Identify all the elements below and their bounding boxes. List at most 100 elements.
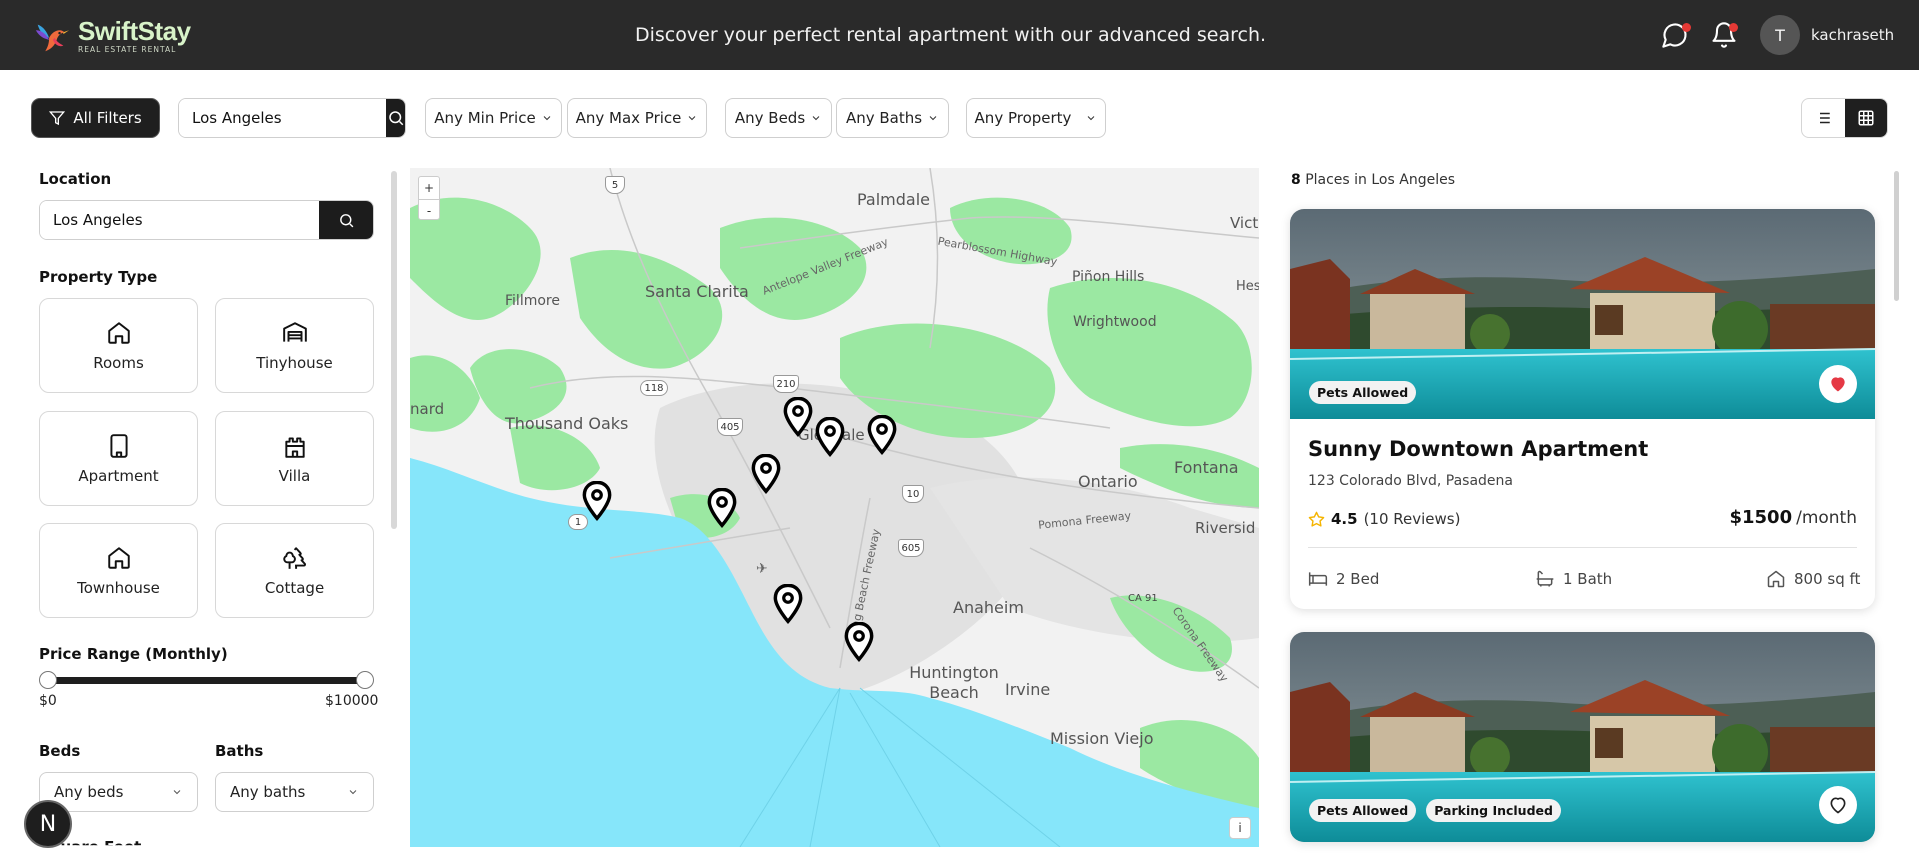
brand-logo[interactable]: SwiftStay REAL ESTATE RENTAL (32, 17, 191, 55)
chevron-down-icon (1088, 116, 1095, 121)
location-search-button[interactable] (319, 201, 373, 239)
search-bar (178, 98, 406, 138)
header-tagline: Discover your perfect rental apartment w… (635, 24, 1267, 46)
location-label: Location (39, 170, 112, 188)
map-label-pinon-hills: Piñon Hills (1072, 269, 1145, 285)
listing-tags: Pets Allowed (1309, 381, 1417, 404)
map-pin-icon[interactable] (843, 622, 875, 662)
brand-name: SwiftStay (78, 16, 191, 47)
baths-label: Any Baths (845, 109, 923, 127)
user-avatar[interactable]: T (1760, 15, 1800, 55)
property-label: Any Property (974, 109, 1072, 127)
map-pin-icon[interactable] (581, 481, 613, 521)
castle-icon (284, 436, 305, 458)
property-type-townhouse[interactable]: Townhouse (39, 523, 198, 618)
zoom-in-button[interactable]: + (419, 177, 439, 199)
trees-icon (282, 546, 306, 569)
map-label-ontario: Ontario (1078, 472, 1138, 491)
warehouse-icon (282, 321, 307, 342)
price-max-label: $10000 (325, 693, 379, 709)
listing-photo[interactable]: Pets Allowed (1290, 209, 1875, 419)
price-max-handle[interactable] (356, 671, 374, 689)
price-value: $1500 (1729, 507, 1793, 528)
map-pin-icon[interactable] (750, 454, 782, 494)
listing-photo[interactable]: Pets Allowed Parking Included (1290, 632, 1875, 842)
search-icon (339, 213, 353, 227)
beds-select-value: Any beds (54, 783, 124, 801)
min-price-dropdown[interactable]: Any Min Price (425, 98, 562, 138)
list-icon (1816, 112, 1830, 124)
building-icon (109, 433, 128, 458)
airport-icon: ✈ (756, 561, 768, 577)
map-pin-icon[interactable] (782, 397, 814, 437)
property-type-label-cottage: Cottage (264, 578, 325, 597)
card-divider (1308, 547, 1857, 548)
view-toggle (1801, 98, 1888, 138)
shield-605: 605 (898, 539, 924, 557)
sidebar-scrollbar[interactable] (391, 171, 397, 529)
chevron-down-icon (689, 116, 696, 121)
map-pin-icon[interactable] (772, 584, 804, 624)
price-range-track[interactable] (47, 677, 365, 684)
property-type-label-rooms: Rooms (93, 353, 144, 372)
shield-118: 118 (640, 380, 668, 396)
map-label-palmdale: Palmdale (857, 190, 931, 209)
beds-dropdown[interactable]: Any Beds (725, 98, 832, 138)
baths-count: 1 Bath (1563, 570, 1613, 588)
baths-label: Baths (215, 742, 264, 760)
max-price-dropdown[interactable]: Any Max Price (567, 98, 707, 138)
listing-card[interactable]: Pets Allowed Parking Included (1290, 632, 1875, 842)
map-label-hesperia: Hes (1236, 279, 1259, 294)
favorite-button[interactable] (1819, 786, 1857, 824)
price-min-handle[interactable] (39, 671, 57, 689)
grid-view-button[interactable] (1844, 99, 1887, 137)
listing-card[interactable]: Pets Allowed Sunny Downtown Apartment 12… (1290, 209, 1875, 609)
property-type-cottage[interactable]: Cottage (215, 523, 374, 618)
map-label-irvine: Irvine (1005, 680, 1051, 699)
tag-badge: Pets Allowed (1309, 381, 1417, 404)
map-pin-icon[interactable] (706, 488, 738, 528)
map-label-mission-viejo: Mission Viejo (1050, 729, 1154, 748)
listing-title[interactable]: Sunny Downtown Apartment (1308, 437, 1648, 461)
search-button[interactable] (386, 99, 405, 137)
chevron-down-icon (543, 116, 551, 121)
hummingbird-logo-icon (35, 24, 70, 52)
search-input[interactable] (179, 99, 386, 137)
listing-price: $1500/month (1729, 507, 1857, 528)
listing-rating: 4.5 (10 Reviews) (1308, 510, 1460, 528)
rating-value: 4.5 (1331, 510, 1358, 528)
beds-count: 2 Bed (1336, 570, 1380, 588)
property-dropdown[interactable]: Any Property (966, 98, 1106, 138)
filter-icon (49, 111, 66, 126)
baths-select[interactable]: Any baths (215, 772, 374, 812)
map-pin-icon[interactable] (866, 415, 898, 455)
property-type-label-townhouse: Townhouse (77, 578, 160, 597)
map-info-button[interactable]: i (1229, 817, 1251, 839)
property-type-apartment[interactable]: Apartment (39, 411, 198, 506)
map-pin-icon[interactable] (814, 417, 846, 457)
beds-label: Beds (39, 742, 81, 760)
baths-dropdown[interactable]: Any Baths (836, 98, 949, 138)
favorite-button[interactable] (1819, 365, 1857, 403)
listing-area: 800 sq ft (1766, 569, 1860, 589)
map-view[interactable]: Palmdale Santa Clarita Fillmore Piñon Hi… (410, 168, 1259, 847)
property-type-villa[interactable]: Villa (215, 411, 374, 506)
list-view-button[interactable] (1802, 99, 1845, 137)
map-label-fontana: Fontana (1174, 458, 1239, 477)
star-icon (1308, 511, 1325, 527)
map-label-santa-clarita: Santa Clarita (645, 282, 749, 301)
username[interactable]: kachraseth (1811, 26, 1894, 44)
location-input[interactable] (40, 201, 319, 239)
chevron-down-icon (173, 790, 181, 795)
property-type-tinyhouse[interactable]: Tinyhouse (215, 298, 374, 393)
house-icon (107, 321, 130, 344)
zoom-out-button[interactable]: - (419, 199, 439, 221)
shield-10: 10 (902, 485, 924, 503)
shield-210: 210 (773, 375, 799, 393)
property-type-rooms[interactable]: Rooms (39, 298, 198, 393)
all-filters-label: All Filters (73, 109, 142, 127)
dev-badge[interactable]: N (24, 800, 72, 848)
listing-beds: 2 Bed (1308, 569, 1379, 589)
all-filters-button[interactable]: All Filters (31, 98, 160, 138)
listings-scrollbar[interactable] (1894, 171, 1899, 301)
